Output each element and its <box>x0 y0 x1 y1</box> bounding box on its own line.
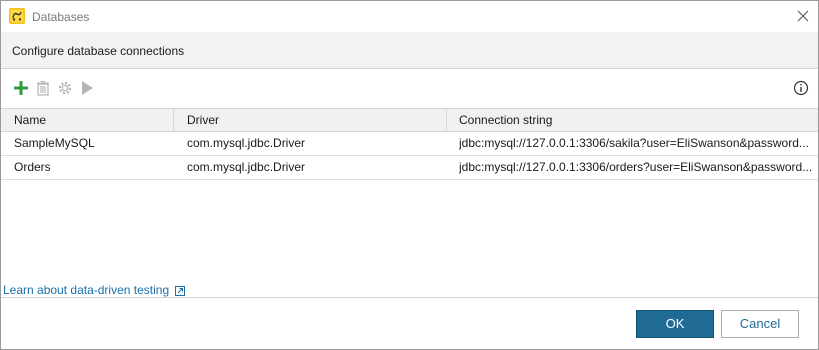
column-header-name[interactable]: Name <box>14 113 46 127</box>
table-row[interactable]: Orders com.mysql.jdbc.Driver jdbc:mysql:… <box>1 155 818 180</box>
table-row[interactable]: SampleMySQL com.mysql.jdbc.Driver jdbc:m… <box>1 131 818 156</box>
cell-connection-string: jdbc:mysql://127.0.0.1:3306/sakila?user=… <box>459 136 809 150</box>
cell-connection-string: jdbc:mysql://127.0.0.1:3306/orders?user=… <box>459 160 813 174</box>
title-bar[interactable]: Databases <box>1 1 818 32</box>
play-icon <box>82 81 93 95</box>
toolbar <box>1 69 818 107</box>
dialog-header: Configure database connections <box>1 32 818 69</box>
cell-name: Orders <box>14 160 51 174</box>
ok-button[interactable]: OK <box>636 310 714 338</box>
column-divider[interactable] <box>173 109 174 131</box>
test-connection-button[interactable] <box>78 79 96 97</box>
cell-name: SampleMySQL <box>14 136 95 150</box>
learn-link-text: Learn about data-driven testing <box>3 283 170 297</box>
column-header-driver[interactable]: Driver <box>187 113 219 127</box>
databases-dialog: Databases Configure database connections <box>0 0 819 350</box>
header-text: Configure database connections <box>12 44 185 58</box>
column-divider[interactable] <box>446 109 447 131</box>
info-icon[interactable] <box>792 79 810 97</box>
table-header: Name Driver Connection string <box>1 108 818 132</box>
app-icon <box>9 8 25 24</box>
connection-settings-button[interactable] <box>56 79 74 97</box>
delete-connection-button[interactable] <box>34 79 52 97</box>
add-connection-button[interactable] <box>12 79 30 97</box>
cell-driver: com.mysql.jdbc.Driver <box>187 136 306 150</box>
column-header-connection-string[interactable]: Connection string <box>459 113 552 127</box>
trash-icon <box>37 80 49 96</box>
cancel-button[interactable]: Cancel <box>721 310 799 338</box>
window-title: Databases <box>32 10 90 24</box>
gear-icon <box>58 81 72 95</box>
cell-driver: com.mysql.jdbc.Driver <box>187 160 306 174</box>
close-icon[interactable] <box>793 6 813 26</box>
footer-divider <box>1 297 818 298</box>
